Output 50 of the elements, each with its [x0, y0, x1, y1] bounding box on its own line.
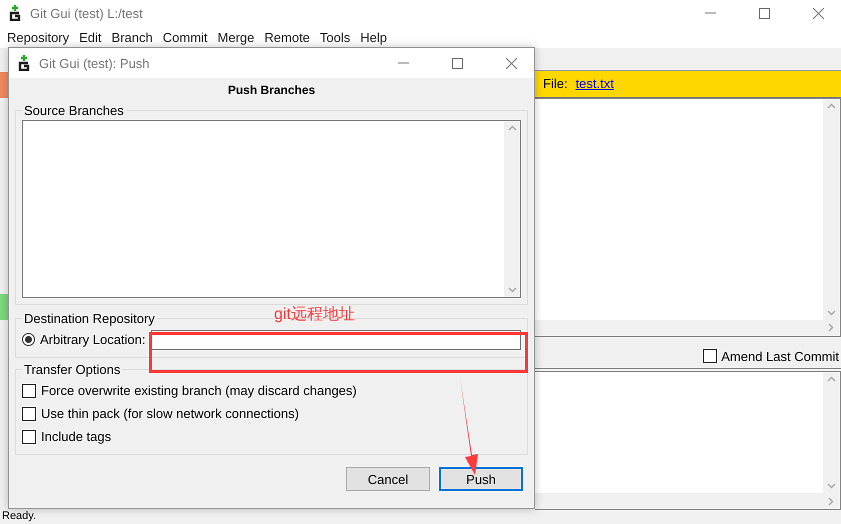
menu-item[interactable]: Merge	[212, 30, 260, 44]
menu-item[interactable]: Branch	[106, 30, 158, 44]
source-branches-list[interactable]	[22, 120, 521, 298]
amend-checkbox[interactable]	[703, 349, 718, 364]
status-text: Ready.	[1, 510, 36, 523]
staged-header	[0, 72, 8, 98]
unstaged-header	[0, 294, 8, 320]
maximize-icon	[452, 58, 462, 68]
checkbox-label: Force overwrite existing branch (may discard changes)	[41, 383, 357, 398]
git-logo-icon	[8, 5, 22, 21]
checkbox[interactable]	[22, 406, 36, 420]
window-title: Git Gui (test) L:/test	[30, 6, 144, 20]
dialog-title: Git Gui (test): Push	[39, 56, 151, 70]
group-label: Transfer Options	[23, 362, 122, 377]
group-label: Destination Repository	[23, 311, 156, 326]
file-label: File:	[543, 76, 568, 92]
close-icon	[812, 8, 824, 18]
checkbox[interactable]	[22, 430, 36, 444]
scroll-up-icon[interactable]	[508, 125, 516, 131]
radio-button[interactable]	[22, 333, 35, 346]
annotation-text: git远程地址	[274, 304, 355, 325]
scroll-up-icon[interactable]	[827, 376, 836, 382]
dialog-button[interactable]: Push	[439, 467, 523, 491]
scroll-down-icon[interactable]	[827, 310, 836, 316]
scroll-right-icon[interactable]	[828, 496, 834, 506]
group-label: Source Branches	[23, 103, 125, 118]
menu-item[interactable]: Help	[355, 30, 392, 44]
file-link[interactable]: test.txt	[576, 76, 614, 92]
scroll-down-icon[interactable]	[508, 287, 516, 293]
checkbox-label: Use thin pack (for slow network connections)	[41, 406, 299, 421]
scroll-up-icon[interactable]	[827, 102, 836, 109]
menu-item[interactable]: Remote	[259, 30, 315, 44]
scroll-down-icon[interactable]	[827, 483, 836, 489]
scroll-right-icon[interactable]	[828, 323, 834, 332]
menu-item[interactable]: Tools	[314, 30, 356, 44]
maximize-icon	[758, 8, 770, 18]
dialog-button[interactable]: Cancel	[346, 467, 430, 491]
dialog-heading: Push Branches	[226, 82, 316, 99]
minimize-icon	[398, 62, 408, 64]
minimize-icon	[704, 12, 716, 14]
commit-message-field[interactable]	[535, 371, 841, 510]
close-icon	[506, 58, 516, 68]
amend-label: Amend Last Commit	[721, 348, 839, 364]
checkbox-label: Include tags	[41, 429, 112, 444]
menu-item[interactable]: Repository	[2, 30, 74, 44]
checkbox[interactable]	[22, 384, 36, 398]
git-logo-icon	[17, 55, 31, 71]
menu-item[interactable]: Edit	[74, 30, 107, 44]
radio-label: Arbitrary Location:	[40, 332, 146, 347]
menu-item[interactable]: Commit	[158, 30, 213, 44]
